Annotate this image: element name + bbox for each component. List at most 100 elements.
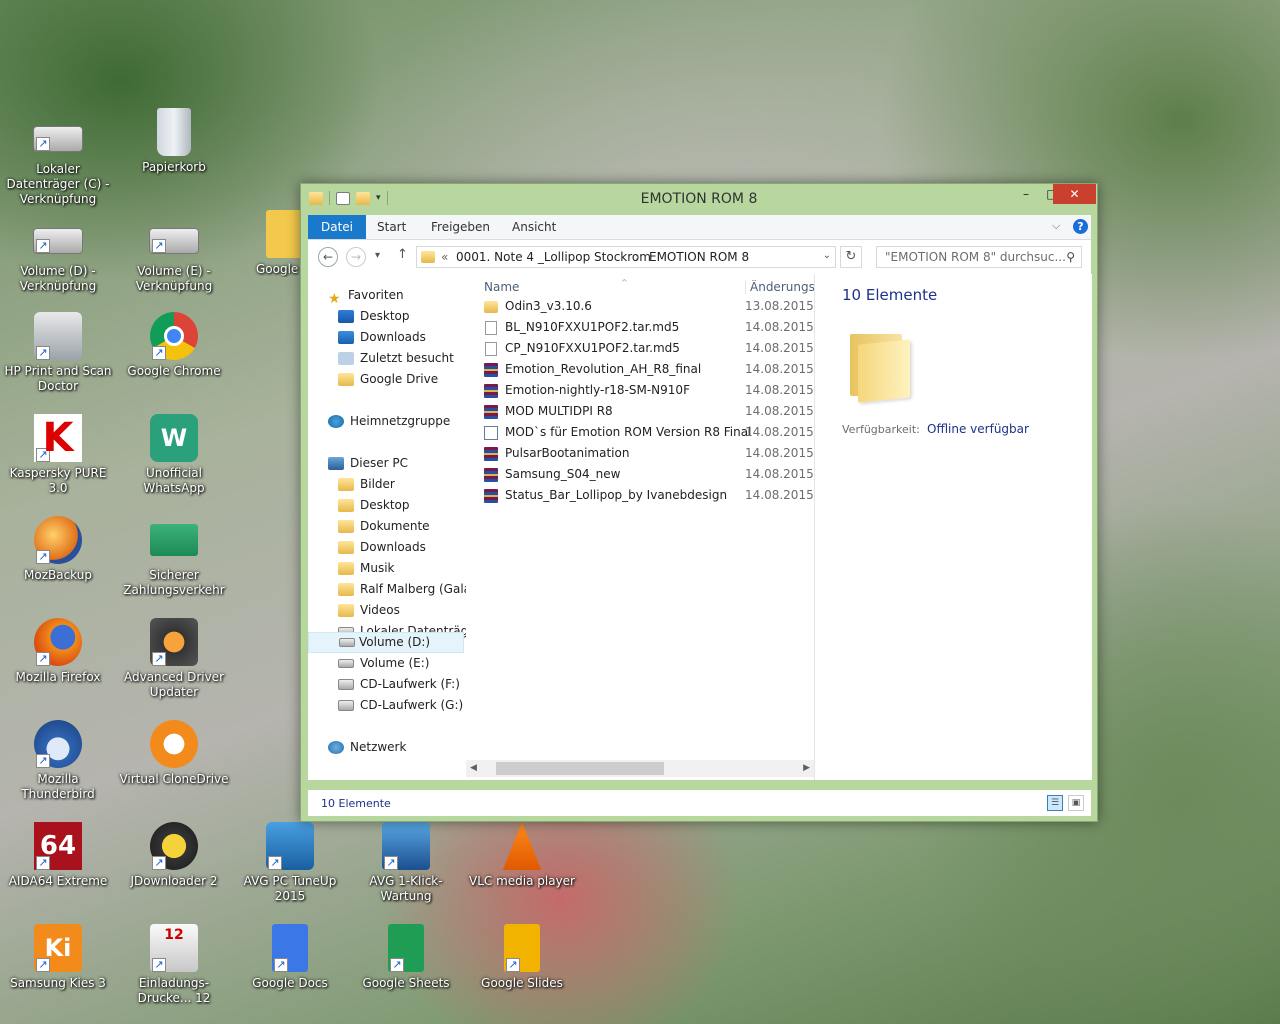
file-row[interactable]: Status_Bar_Lollipop_by Ivanebdesign 14.08… (466, 485, 814, 506)
tree-item-videos[interactable]: Videos (338, 600, 400, 621)
tree-item-desktop-pc[interactable]: Desktop (338, 495, 410, 516)
desktop-icon-drive-c[interactable]: ↗ Lokaler Datenträger (C) - Verknüpfung (0, 108, 116, 207)
window-title: EMOTION ROM 8 (640, 191, 758, 207)
breadcrumb-segment[interactable]: EMOTION ROM 8 (649, 250, 749, 264)
file-row[interactable]: CP_N910FXXU1POF2.tar.md5 14.08.2015 17 (466, 338, 814, 359)
tree-item-recent[interactable]: Zuletzt besucht (338, 348, 454, 369)
minimize-button[interactable]: – (1013, 184, 1039, 204)
details-view-icon[interactable]: ☰ (1047, 795, 1063, 811)
tab-datei[interactable]: Datei (308, 215, 367, 239)
scroll-right-icon[interactable]: ▶ (803, 760, 810, 777)
folder-icon (484, 301, 498, 313)
availability-value[interactable]: Offline verfügbar (927, 422, 1029, 436)
tree-item-netzwerk[interactable]: Netzwerk (328, 737, 406, 758)
tree-item-galaxy[interactable]: Ralf Malberg (Galaxy (338, 579, 466, 600)
desktop-icon-avg[interactable]: ↗ AVG 1-Klick-Wartung (348, 822, 464, 904)
file-row[interactable]: BL_N910FXXU1POF2.tar.md5 14.08.2015 17 (466, 317, 814, 338)
desktop-icon-chrome[interactable]: ↗ Google Chrome (116, 312, 232, 379)
desktop-icon-google-drive[interactable]: Google I (240, 210, 300, 277)
tree-item-cd-f[interactable]: CD-Laufwerk (F:) (338, 674, 460, 695)
tree-item-musik[interactable]: Musik (338, 558, 395, 579)
recent-locations-icon[interactable]: ▾ (375, 250, 380, 261)
tree-item-homegroup[interactable]: Heimnetzgruppe (328, 411, 450, 432)
file-row[interactable]: MOD`s für Emotion ROM Version R8 Final 14… (466, 422, 814, 443)
desktop-icon-whatsapp[interactable]: Unofficial WhatsApp (116, 414, 232, 496)
file-row[interactable]: PulsarBootanimation 14.08.2015 17 (466, 443, 814, 464)
desktop-icon-aida64[interactable]: ↗ AIDA64 Extreme (0, 822, 116, 889)
archive-icon (484, 384, 498, 398)
tree-item-bilder[interactable]: Bilder (338, 474, 395, 495)
desktop-icon-recycle-bin[interactable]: Papierkorb (116, 108, 232, 175)
desktop-icon-label: Google Docs (252, 976, 328, 990)
large-icons-view-icon[interactable]: ▣ (1068, 795, 1084, 811)
desktop-icon-clonedrive[interactable]: Virtual CloneDrive (116, 720, 232, 787)
column-header-name[interactable]: Name ^ (484, 278, 628, 294)
desktop-icon-kies[interactable]: ↗ Samsung Kies 3 (0, 924, 116, 991)
scroll-left-icon[interactable]: ◀ (470, 760, 477, 777)
desktop-icon-einladungs[interactable]: ↗ Einladungs-Drucke... 12 (116, 924, 232, 1006)
desktop-icon-google-slides[interactable]: ↗ Google Slides (464, 924, 580, 991)
file-row[interactable]: MOD MULTIDPI R8 14.08.2015 17 (466, 401, 814, 422)
breadcrumb-overflow[interactable]: « (441, 250, 448, 264)
desktop-icon-label: Volume (D) - Verknüpfung (19, 264, 97, 293)
breadcrumb-segment[interactable]: 0001. Note 4 _Lollipop Stockrom (456, 250, 651, 264)
desktop-icon-zahlungsverkehr[interactable]: Sicherer Zahlungsverkehr (116, 516, 232, 598)
einladungs-icon: ↗ (150, 924, 198, 972)
desktop-icon-mozbackup[interactable]: ↗ MozBackup (0, 516, 116, 583)
cd-icon (338, 700, 354, 711)
help-icon[interactable]: ? (1073, 219, 1088, 234)
expand-ribbon-icon[interactable]: ⌵ (1052, 219, 1060, 233)
desktop-icon-google-docs[interactable]: ↗ Google Docs (232, 924, 348, 991)
desktop-icon-label: Samsung Kies 3 (10, 976, 106, 990)
hp-icon: ↗ (34, 312, 82, 360)
tree-item-google-drive[interactable]: Google Drive (338, 369, 438, 390)
chevron-down-icon[interactable]: ⌄ (823, 250, 831, 261)
scrollbar-thumb[interactable] (496, 762, 664, 775)
breadcrumb-separator[interactable]: › (635, 250, 640, 264)
desktop-icon-avg-tuneup[interactable]: ↗ AVG PC TuneUp 2015 (232, 822, 348, 904)
desktop-icon-firefox[interactable]: ↗ Mozilla Firefox (0, 618, 116, 685)
desktop-icon-google-sheets[interactable]: ↗ Google Sheets (348, 924, 464, 991)
address-bar[interactable]: « 0001. Note 4 _Lollipop Stockrom › EMOT… (416, 246, 836, 268)
refresh-button[interactable]: ↻ (840, 246, 862, 268)
tree-item-downloads-pc[interactable]: Downloads (338, 537, 426, 558)
tree-label: Heimnetzgruppe (350, 414, 451, 428)
tree-label: Bilder (360, 477, 395, 491)
tree-item-volume-e[interactable]: Volume (E:) (338, 653, 429, 674)
tab-freigeben[interactable]: Freigeben (419, 215, 502, 239)
tree-label: Dieser PC (350, 456, 408, 470)
forward-button[interactable]: → (346, 247, 366, 267)
search-input[interactable]: "EMOTION ROM 8" durchsuc... ⚲ (876, 246, 1082, 268)
tree-item-desktop[interactable]: Desktop (338, 306, 410, 327)
file-row[interactable]: Emotion_Revolution_AH_R8_final 14.08.2015… (466, 359, 814, 380)
desktop-icon-volume-d[interactable]: ↗ Volume (D) - Verknüpfung (0, 210, 116, 294)
desktop-icon-jdownloader[interactable]: ↗ JDownloader 2 (116, 822, 232, 889)
file-row[interactable]: Samsung_S04_new 14.08.2015 17 (466, 464, 814, 485)
back-button[interactable]: ← (318, 247, 338, 267)
desktop-icon-kaspersky[interactable]: ↗ Kaspersky PURE 3.0 (0, 414, 116, 496)
tab-start[interactable]: Start (365, 215, 418, 239)
desktop-icon-label: AVG PC TuneUp 2015 (243, 874, 337, 903)
tab-ansicht[interactable]: Ansicht (500, 215, 568, 239)
tree-label: Volume (D:) (359, 635, 431, 649)
file-row[interactable]: Odin3_v3.10.6 13.08.2015 13 (466, 296, 814, 317)
file-row[interactable]: Emotion-nightly-r18-SM-N910F 14.08.2015 1… (466, 380, 814, 401)
tree-item-downloads[interactable]: Downloads (338, 327, 426, 348)
tree-item-favoriten[interactable]: ★ Favoriten (328, 285, 404, 307)
tree-item-cd-g[interactable]: CD-Laufwerk (G:) (338, 695, 463, 716)
up-arrow-icon[interactable]: ↑ (397, 247, 408, 262)
title-bar[interactable]: ▾ EMOTION ROM 8 – □ ✕ (301, 184, 1097, 214)
desktop-icon-driver-updater[interactable]: ↗ Advanced Driver Updater (116, 618, 232, 700)
column-header-date[interactable]: Änderungsdatum (745, 280, 818, 294)
tree-item-volume-d[interactable]: Volume (D:) (308, 632, 464, 653)
desktop-icon-hp-doctor[interactable]: ↗ HP Print and Scan Doctor (0, 312, 116, 394)
desktop-icon-volume-e[interactable]: ↗ Volume (E) - Verknüpfung (116, 210, 232, 294)
desktop-icon-vlc[interactable]: VLC media player (464, 822, 580, 889)
avg-icon: ↗ (382, 822, 430, 870)
tree-item-this-pc[interactable]: Dieser PC (328, 453, 408, 474)
tree-item-dokumente[interactable]: Dokumente (338, 516, 430, 537)
file-date: 14.08.2015 17 (745, 488, 813, 502)
horizontal-scrollbar[interactable]: ◀ ▶ (466, 760, 814, 777)
close-button[interactable]: ✕ (1053, 184, 1096, 204)
desktop-icon-thunderbird[interactable]: ↗ Mozilla Thunderbird (0, 720, 116, 802)
